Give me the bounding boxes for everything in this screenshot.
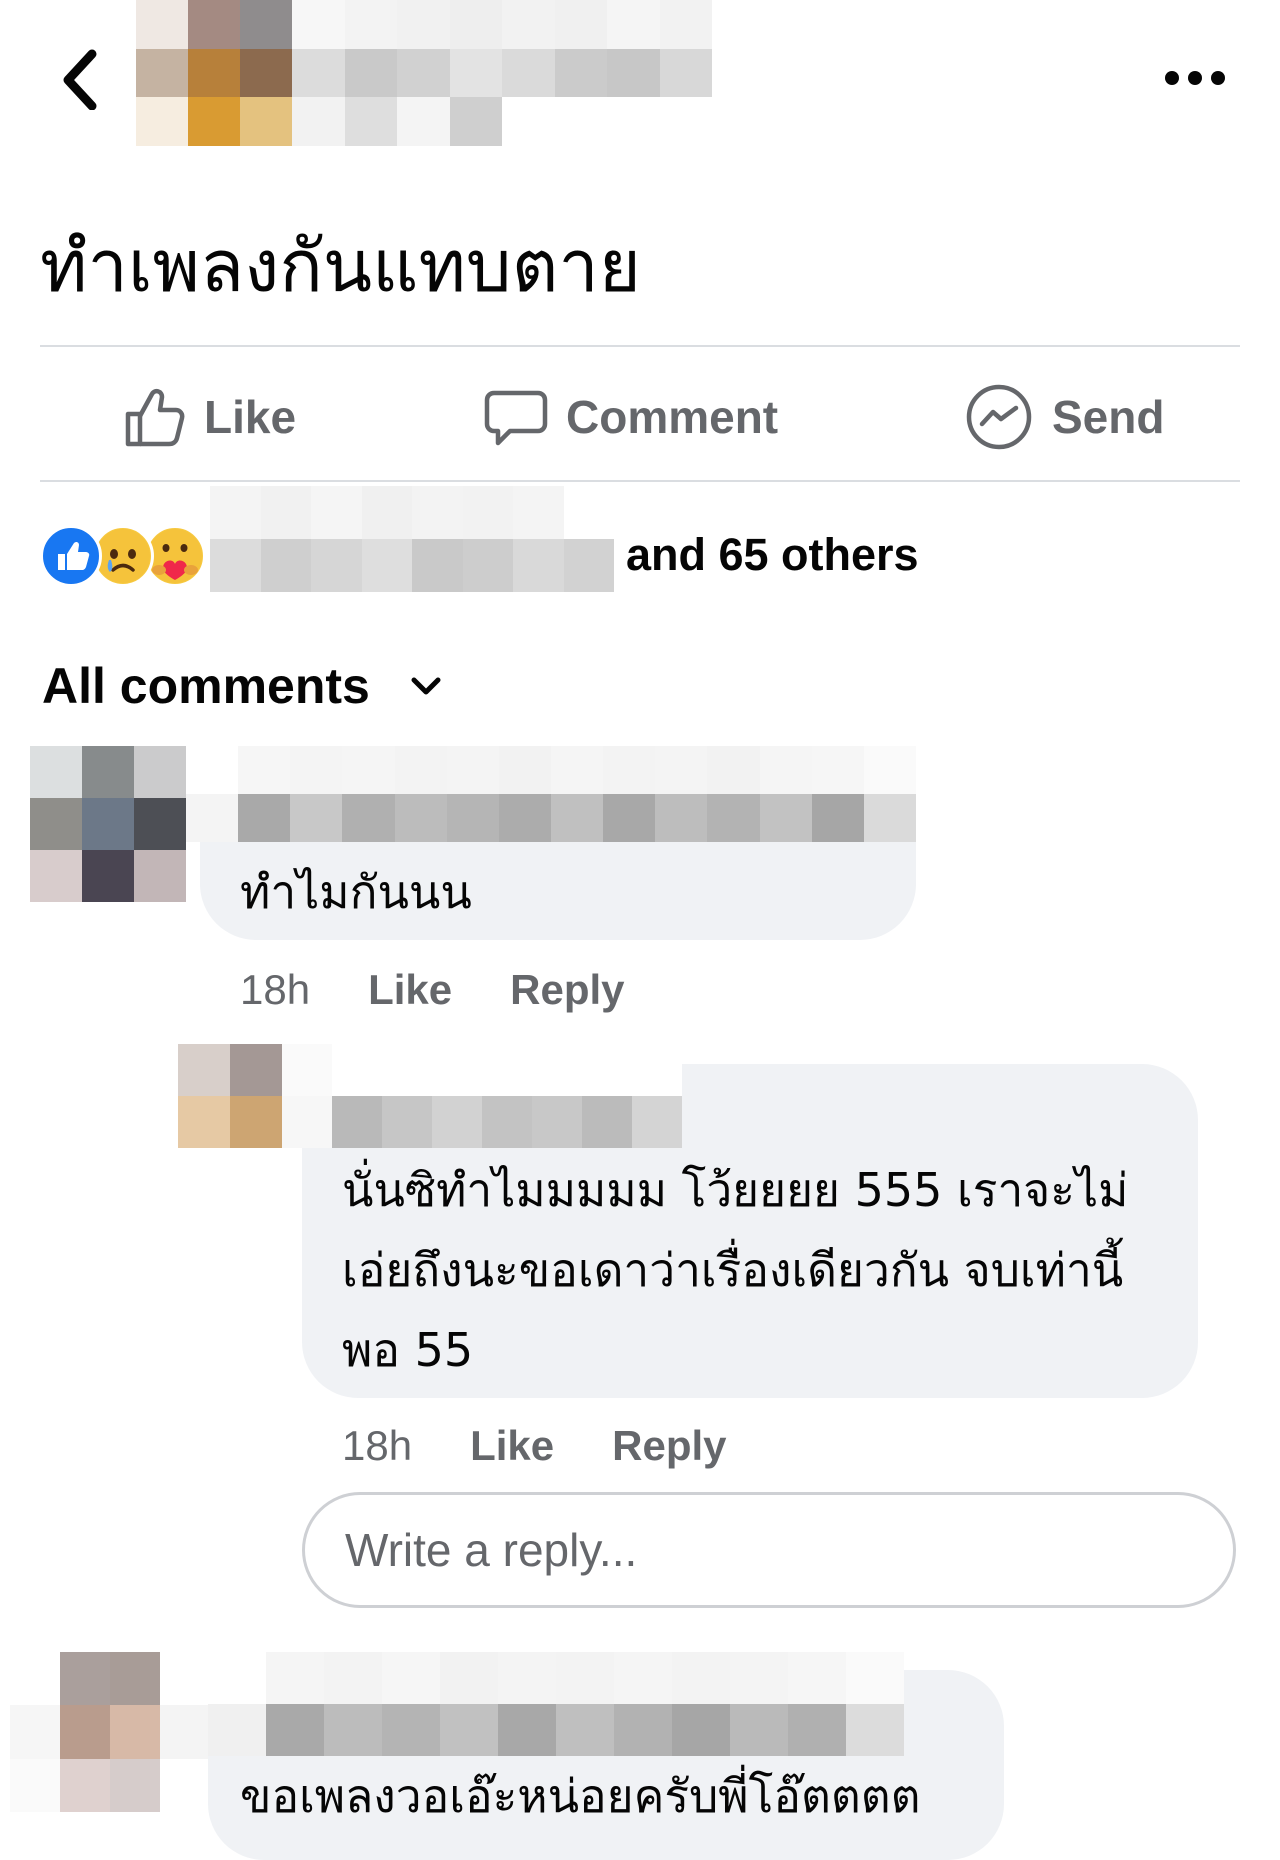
post-text: ทำเพลงกันแทบตาย — [40, 224, 641, 308]
comments-filter-label: All comments — [42, 658, 370, 714]
commenter-name-blurred[interactable] — [186, 746, 916, 842]
reactions-summary[interactable] — [40, 525, 210, 587]
comment-timestamp: 18h — [240, 966, 311, 1013]
page-name-blurred[interactable] — [292, 0, 712, 146]
more-dots-icon — [1165, 71, 1225, 85]
like-label: Like — [204, 391, 297, 443]
chevron-left-icon — [63, 49, 97, 111]
reply-reply-button[interactable]: Reply — [612, 1422, 726, 1470]
comments-filter-dropdown[interactable]: All comments — [42, 654, 446, 718]
divider — [40, 345, 1240, 347]
divider — [40, 480, 1240, 482]
avatar[interactable] — [10, 1652, 210, 1812]
reactor-names-blurred[interactable] — [210, 486, 614, 592]
comment-text: ทำไมกันนน — [240, 865, 472, 919]
comment-like-button[interactable]: Like — [368, 966, 452, 1014]
thumbs-up-icon — [125, 388, 185, 447]
send-button[interactable]: Send — [964, 372, 1164, 462]
like-reaction-icon — [40, 525, 102, 587]
like-button[interactable]: Like — [120, 372, 296, 462]
messenger-icon — [966, 384, 1032, 450]
comment-button[interactable]: Comment — [484, 372, 778, 462]
reply-like-button[interactable]: Like — [470, 1422, 554, 1470]
reply-text-line-3: พอ 55 — [342, 1323, 474, 1377]
replier-name-blurred[interactable] — [282, 1044, 682, 1148]
back-button[interactable] — [52, 40, 108, 111]
comment-label: Comment — [566, 391, 779, 443]
reply-text-line-1: นั่นซิทำไมมมมม โว้ยยยย 555 เราจะไม่ — [342, 1163, 1129, 1217]
avatar[interactable] — [30, 746, 186, 902]
more-options-button[interactable] — [1160, 58, 1230, 98]
comment-bubble-icon — [484, 390, 548, 446]
reply-meta: 18h Like Reply — [342, 1416, 727, 1476]
reply-timestamp: 18h — [342, 1422, 413, 1469]
commenter-name-blurred[interactable] — [208, 1652, 904, 1756]
chevron-down-icon — [411, 677, 441, 695]
reactions-count[interactable]: and 65 others — [626, 525, 919, 585]
avatar[interactable] — [178, 1044, 282, 1148]
reply-input[interactable] — [302, 1492, 1236, 1608]
reply-text-line-2: เอ่ยถึงนะขอเดาว่าเรื่องเดียวกัน จบเท่านี… — [342, 1243, 1124, 1297]
comment-text: ขอเพลงวอเอ๊ะหน่อยครับพี่โอ๊ตตตต — [240, 1769, 921, 1823]
comment-meta: 18h Like Reply — [240, 960, 625, 1020]
page-avatar-blurred[interactable] — [136, 0, 292, 146]
send-label: Send — [1052, 391, 1165, 443]
comment-reply-button[interactable]: Reply — [510, 966, 624, 1014]
